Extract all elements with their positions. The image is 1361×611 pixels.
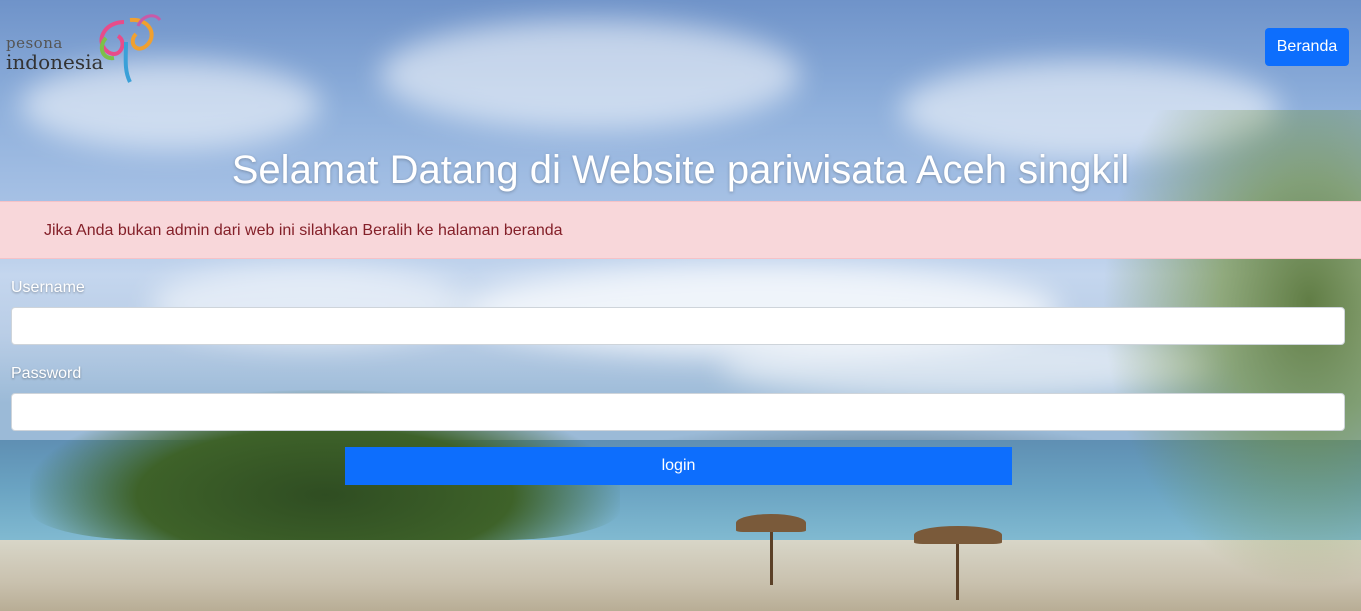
- page-title: Selamat Datang di Website pariwisata Ace…: [231, 148, 1130, 192]
- admin-warning-alert: Jika Anda bukan admin dari web ini silah…: [0, 201, 1361, 259]
- background-beach-photo: [0, 0, 1361, 611]
- username-label: Username: [11, 279, 85, 296]
- logo-mark-icon: [99, 14, 162, 83]
- username-input[interactable]: [11, 307, 1345, 345]
- pesona-indonesia-logo: pesona indonesia: [6, 12, 162, 84]
- password-input[interactable]: [11, 393, 1345, 431]
- password-label: Password: [11, 365, 82, 382]
- login-button[interactable]: login: [345, 447, 1012, 485]
- beranda-button[interactable]: Beranda: [1265, 28, 1349, 66]
